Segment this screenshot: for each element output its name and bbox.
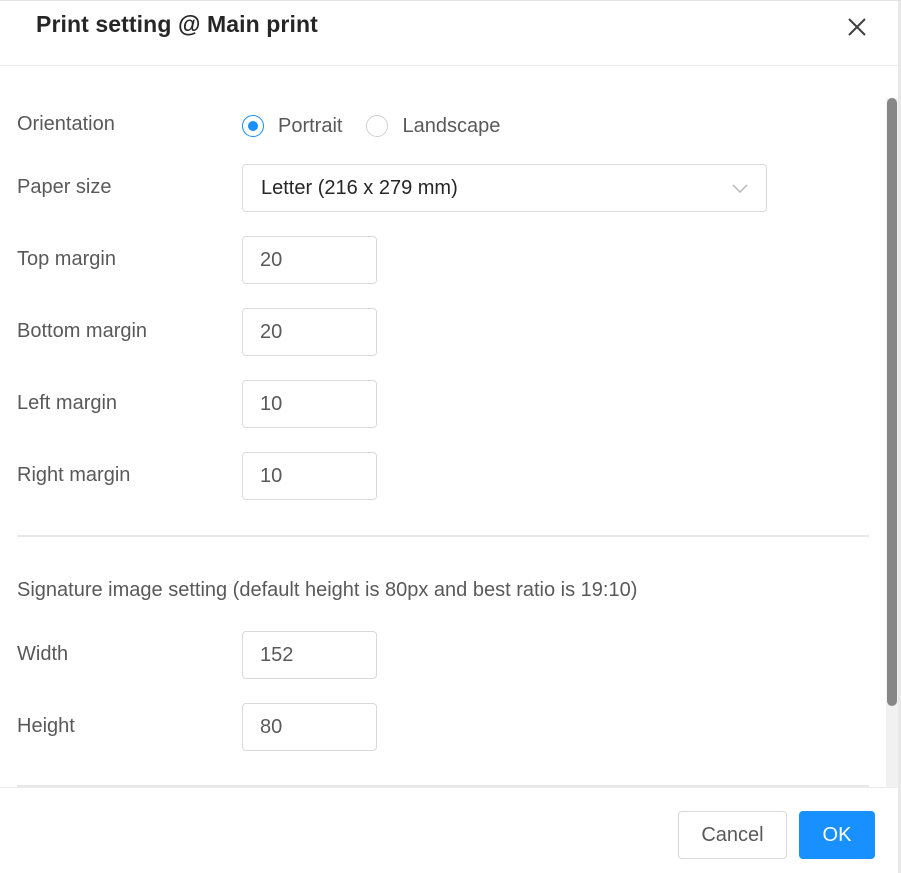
bottom-margin-input[interactable] [242,308,377,356]
paper-size-label: Paper size [17,176,112,198]
dialog-body: Orientation Portrait Landscape Paper siz… [0,66,886,787]
orientation-radio-group: Portrait Landscape [242,110,524,142]
radio-landscape[interactable]: Landscape [366,115,500,138]
paper-size-value: Letter (216 x 279 mm) [261,177,458,199]
close-button[interactable] [838,10,876,44]
chevron-down-icon [732,184,748,194]
right-margin-label: Right margin [17,464,131,486]
orientation-label: Orientation [17,113,115,135]
height-label: Height [17,715,75,737]
close-icon [848,18,866,36]
top-margin-label: Top margin [17,248,116,270]
radio-landscape-label: Landscape [402,114,501,137]
bottom-margin-label: Bottom margin [17,320,148,342]
radio-portrait-circle[interactable] [242,115,264,137]
radio-landscape-circle[interactable] [366,115,389,137]
print-setting-dialog: Print setting @ Main print Orientation P… [0,0,901,873]
scrollbar-thumb[interactable] [887,98,897,706]
dialog-header: Print setting @ Main print [0,1,901,66]
radio-portrait-label: Portrait [278,114,343,137]
height-input[interactable] [242,703,377,751]
cancel-button[interactable]: Cancel [678,811,787,859]
dialog-title: Print setting @ Main print [36,11,318,37]
width-input[interactable] [242,631,377,679]
width-label: Width [17,643,69,665]
section-divider [17,535,869,537]
radio-portrait[interactable]: Portrait [242,115,342,138]
right-margin-input[interactable] [242,452,377,500]
top-margin-input[interactable] [242,236,377,284]
ok-button[interactable]: OK [799,811,875,859]
left-margin-input[interactable] [242,380,377,428]
left-margin-label: Left margin [17,392,118,414]
paper-size-select[interactable]: Letter (216 x 279 mm) [242,164,767,212]
signature-heading: Signature image setting (default height … [17,579,638,601]
dialog-footer: Cancel OK [0,787,898,873]
